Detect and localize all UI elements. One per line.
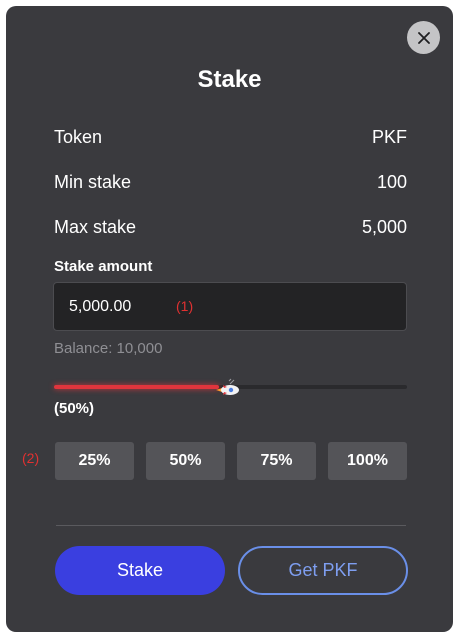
divider [56,525,406,526]
token-label: Token [54,126,103,147]
slider-percent-readout: (50%) [54,400,95,417]
balance-text: Balance: 10,000 [54,340,163,357]
percent-75-button[interactable]: 75% [237,442,316,480]
max-stake-label: Max stake [54,216,137,237]
rocket-icon[interactable] [215,378,241,396]
stake-modal: Stake Token PKF Min stake 100 Max stake … [6,6,453,632]
stake-amount-input[interactable]: 5,000.00 [53,282,407,331]
max-stake-value: 5,000 [361,216,407,237]
slider-fill [54,385,219,389]
token-row: Token PKF [54,125,407,149]
percent-25-button[interactable]: 25% [55,442,134,480]
stake-slider[interactable] [54,376,407,400]
min-stake-row: Min stake 100 [54,170,407,194]
stake-button[interactable]: Stake [55,546,225,595]
close-button[interactable] [407,21,440,54]
min-stake-label: Min stake [54,171,132,192]
get-pkf-button[interactable]: Get PKF [238,546,408,595]
annotation-1: (1) [176,298,194,314]
token-value: PKF [371,126,407,147]
percent-100-button[interactable]: 100% [328,442,407,480]
stake-amount-label: Stake amount [54,258,153,275]
annotation-2: (2) [22,450,40,466]
modal-title: Stake [197,66,262,93]
max-stake-row: Max stake 5,000 [54,215,407,239]
close-icon [417,31,430,44]
min-stake-value: 100 [376,171,407,192]
stake-amount-value: 5,000.00 [69,297,132,315]
percent-50-button[interactable]: 50% [146,442,225,480]
